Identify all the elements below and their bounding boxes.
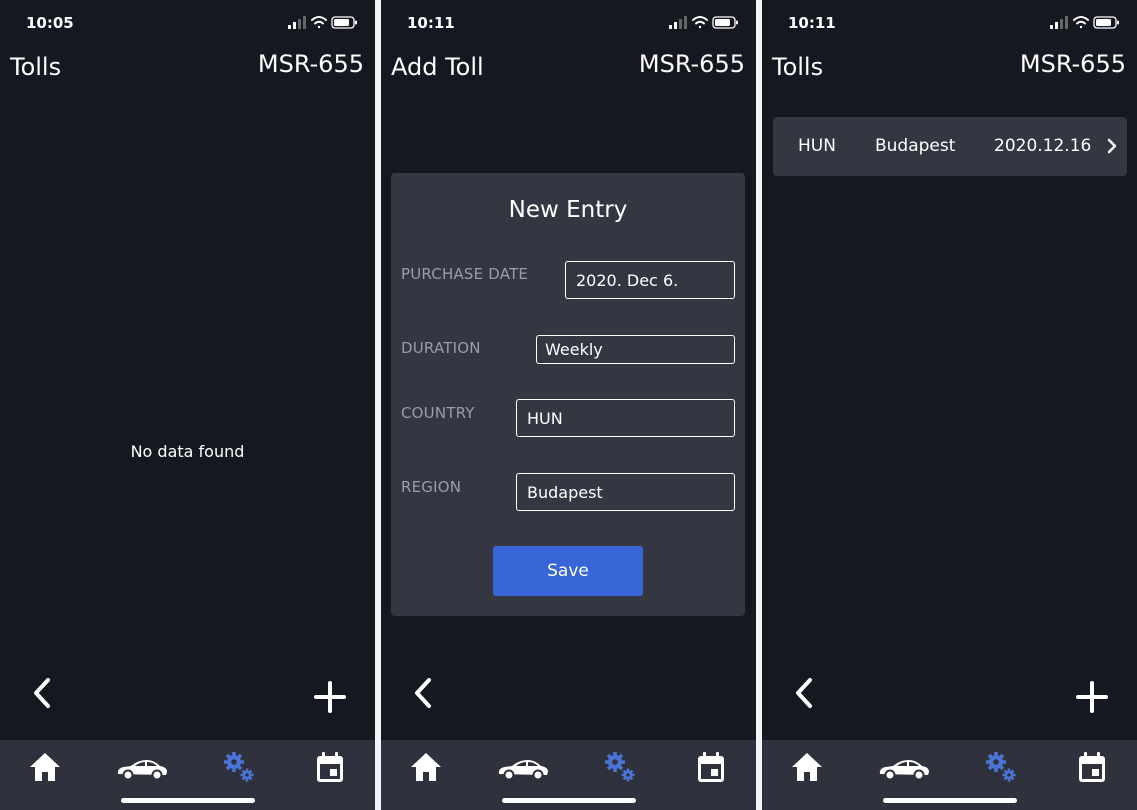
chevron-left-icon xyxy=(796,678,812,708)
plate-number: MSR-655 xyxy=(1019,50,1126,78)
chevron-left-icon xyxy=(415,678,431,708)
gears-icon xyxy=(986,752,1016,782)
back-button[interactable] xyxy=(28,676,60,710)
toll-country: HUN xyxy=(798,136,836,156)
status-bar: 10:05 xyxy=(0,0,375,46)
tab-calendar[interactable] xyxy=(1076,750,1108,786)
add-toll-button[interactable] xyxy=(1075,680,1109,714)
battery-icon xyxy=(712,16,738,29)
country-label: COUNTRY xyxy=(401,404,475,422)
status-time: 10:05 xyxy=(26,14,74,32)
plus-icon xyxy=(1076,681,1108,713)
wifi-icon xyxy=(311,16,327,29)
tab-home[interactable] xyxy=(28,750,62,786)
tab-car[interactable] xyxy=(876,750,932,786)
header: Add Toll MSR-655 xyxy=(381,48,756,88)
car-icon xyxy=(117,760,167,781)
empty-state-text: No data found xyxy=(130,442,245,461)
header: Tolls MSR-655 xyxy=(0,48,375,88)
add-toll-screen: 10:11 Add Toll MSR-655 New Entry PURCHAS… xyxy=(381,0,756,810)
battery-icon xyxy=(1093,16,1119,29)
save-button[interactable]: Save xyxy=(493,546,643,596)
new-entry-form: New Entry PURCHASE DATE 2020. Dec 6. DUR… xyxy=(391,173,745,616)
chevron-left-icon xyxy=(34,678,50,708)
wifi-icon xyxy=(692,16,708,29)
status-bar: 10:11 xyxy=(762,0,1137,46)
purchase-date-label: PURCHASE DATE xyxy=(401,265,529,283)
tab-settings[interactable] xyxy=(600,750,640,786)
page-title: Tolls xyxy=(10,53,62,81)
tab-home[interactable] xyxy=(790,750,824,786)
home-indicator xyxy=(121,798,255,803)
tab-calendar[interactable] xyxy=(695,750,727,786)
tab-settings[interactable] xyxy=(219,750,259,786)
tab-car[interactable] xyxy=(495,750,551,786)
region-label: REGION xyxy=(401,478,462,496)
toll-date: 2020.12.16 xyxy=(994,136,1092,156)
wifi-icon xyxy=(1073,16,1089,29)
duration-label: DURATION xyxy=(401,339,481,357)
calendar-icon xyxy=(317,752,343,782)
toll-region: Budapest xyxy=(875,136,956,156)
page-title: Add Toll xyxy=(391,53,484,81)
status-bar: 10:11 xyxy=(381,0,756,46)
status-time: 10:11 xyxy=(788,14,836,32)
tolls-screen-empty: 10:05 Tolls MSR-655 No data found xyxy=(0,0,375,810)
signal-icon xyxy=(1050,16,1068,29)
country-field[interactable]: HUN xyxy=(516,399,735,437)
tab-calendar[interactable] xyxy=(314,750,346,786)
purchase-date-field[interactable]: 2020. Dec 6. xyxy=(565,261,735,299)
tab-settings[interactable] xyxy=(981,750,1021,786)
car-icon xyxy=(879,760,929,781)
signal-icon xyxy=(669,16,687,29)
gears-icon xyxy=(224,752,254,782)
status-icons xyxy=(669,16,738,29)
region-field[interactable]: Budapest xyxy=(516,473,735,511)
toll-list-item[interactable]: HUN Budapest 2020.12.16 xyxy=(773,117,1127,176)
tab-bar xyxy=(0,740,375,810)
plate-number: MSR-655 xyxy=(257,50,364,78)
status-icons xyxy=(288,16,357,29)
car-icon xyxy=(498,760,548,781)
plus-icon xyxy=(314,681,346,713)
tab-home[interactable] xyxy=(409,750,443,786)
tab-bar xyxy=(762,740,1137,810)
tab-bar xyxy=(381,740,756,810)
add-toll-button[interactable] xyxy=(313,680,347,714)
duration-select[interactable]: Weekly xyxy=(536,335,735,364)
signal-icon xyxy=(288,16,306,29)
status-icons xyxy=(1050,16,1119,29)
back-button[interactable] xyxy=(790,676,822,710)
calendar-icon xyxy=(1079,752,1105,782)
home-indicator xyxy=(502,798,636,803)
tab-car[interactable] xyxy=(114,750,170,786)
home-indicator xyxy=(883,798,1017,803)
back-button[interactable] xyxy=(409,676,441,710)
plate-number: MSR-655 xyxy=(638,50,745,78)
tolls-screen-list: 10:11 Tolls MSR-655 HUN Budapest 2020.12… xyxy=(762,0,1137,810)
page-title: Tolls xyxy=(772,53,824,81)
calendar-icon xyxy=(698,752,724,782)
home-icon xyxy=(30,753,60,781)
gears-icon xyxy=(605,752,635,782)
battery-icon xyxy=(331,16,357,29)
chevron-right-icon xyxy=(1107,138,1117,154)
status-time: 10:11 xyxy=(407,14,455,32)
home-icon xyxy=(411,753,441,781)
home-icon xyxy=(792,753,822,781)
header: Tolls MSR-655 xyxy=(762,48,1137,88)
form-title: New Entry xyxy=(508,197,628,223)
